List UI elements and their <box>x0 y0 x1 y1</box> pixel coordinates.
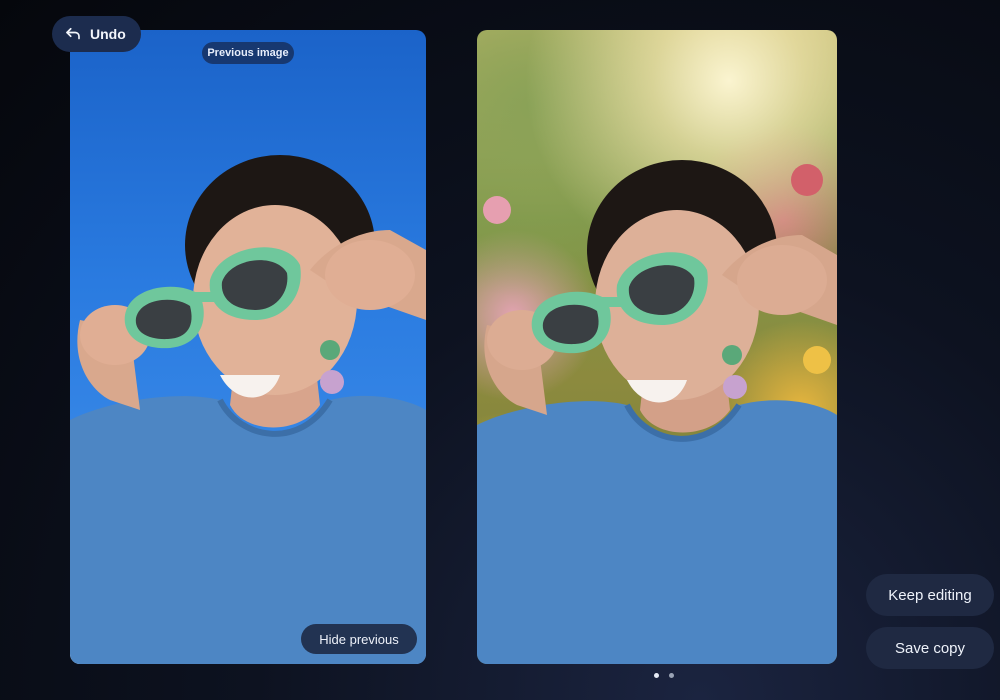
undo-arrow-icon <box>66 27 80 40</box>
previous-photo <box>70 155 426 664</box>
previous-image-panel <box>70 30 426 664</box>
previous-image-label: Previous image <box>202 42 294 64</box>
edited-image-panel <box>477 30 837 664</box>
pager-dots <box>654 673 674 678</box>
keep-editing-button[interactable]: Keep editing <box>866 574 994 616</box>
hide-previous-button[interactable]: Hide previous <box>301 624 417 654</box>
pager-dot-2[interactable] <box>669 673 674 678</box>
save-copy-button[interactable]: Save copy <box>866 627 994 669</box>
undo-label: Undo <box>90 26 126 42</box>
edited-photo <box>477 160 837 664</box>
undo-button[interactable]: Undo <box>52 16 141 52</box>
pager-dot-1[interactable] <box>654 673 659 678</box>
